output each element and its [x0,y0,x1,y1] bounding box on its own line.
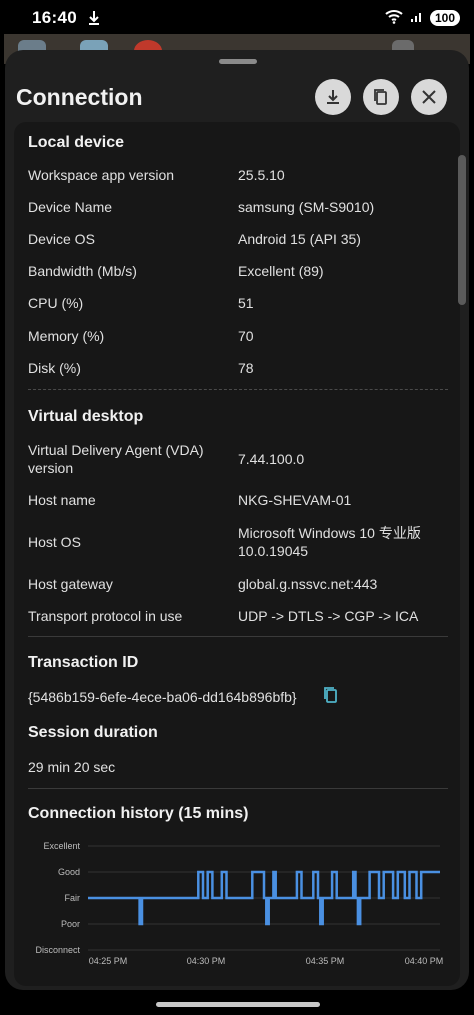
row-value: 25.5.10 [238,167,285,183]
close-icon [422,90,436,104]
status-bar: 16:40 100 [0,0,474,36]
download-icon [327,90,339,104]
copy-icon [374,89,387,105]
row-label: Disk (%) [28,360,81,376]
chart-y-tick-label: Good [58,867,80,877]
copy-transaction-id-icon[interactable] [320,684,342,706]
download-status-icon [87,10,101,26]
local-device-title: Local device [28,134,125,151]
close-button[interactable] [411,79,447,115]
row-value: Android 15 (API 35) [238,231,361,247]
wifi-icon [384,8,404,29]
session-duration-value: 29 min 20 sec [28,759,116,775]
row-label: Bandwidth (Mb/s) [28,263,137,279]
row-value: 7.44.100.0 [238,451,305,467]
row-label: Host gateway [28,576,113,592]
chart-y-tick-label: Excellent [43,841,80,851]
row-value: 70 [238,328,254,344]
chart-x-tick-label: 04:30 PM [187,956,226,964]
transaction-id-value: {5486b159-6efe-4ece-ba06-dd164b896bfb} [28,689,297,705]
divider [28,389,448,390]
scrollbar-thumb[interactable] [458,155,466,305]
download-button[interactable] [315,79,351,115]
divider [28,788,448,789]
row-value: NKG-SHEVAM-01 [238,492,352,508]
status-time: 16:40 [32,8,77,27]
signal-icon [410,9,424,28]
row-value: Excellent (89) [238,263,324,279]
row-label: Virtual Delivery Agent (VDA) version [28,442,204,476]
chart-x-tick-label: 04:35 PM [306,956,345,964]
row-value: Microsoft Windows 10 专业版 10.0.19045 [238,525,421,559]
status-right: 100 [384,8,460,29]
chart-y-tick-label: Disconnect [35,945,80,955]
row-label: Memory (%) [28,328,105,344]
row-label: Device Name [28,199,113,215]
battery-badge: 100 [429,10,460,26]
row-value: global.g.nssvc.net:443 [238,576,378,592]
copy-button[interactable] [363,79,399,115]
divider [28,636,448,637]
connection-history-title: Connection history (15 mins) [28,805,249,822]
row-value: 78 [238,360,254,376]
gesture-nav-bar[interactable] [156,1002,320,1007]
chart-x-tick-label: 04:40 PM [405,956,444,964]
sheet-title: Connection [16,84,143,110]
row-label: Host name [28,492,96,508]
chart-x-tick-label: 04:25 PM [89,956,128,964]
row-value: samsung (SM-S9010) [238,199,375,215]
row-label: Device OS [28,231,95,247]
row-label: CPU (%) [28,295,84,311]
transaction-id-title: Transaction ID [28,654,139,671]
row-value: 51 [238,295,254,311]
connection-sheet: Connection Local device Workspace app ve… [5,50,469,990]
row-label: Host OS [28,534,81,550]
row-label: Workspace app version [28,167,175,183]
session-duration-title: Session duration [28,724,158,741]
row-value: UDP -> DTLS -> CGP -> ICA [238,608,419,624]
chart-y-tick-label: Fair [65,893,81,903]
connection-history-chart: Excellent Good Fair Poor Disconnect 04:25 PM 0… [35,841,444,964]
row-label: Transport protocol in use [28,608,183,624]
drag-handle[interactable] [219,59,257,64]
virtual-desktop-title: Virtual desktop [28,408,144,425]
chart-y-tick-label: Poor [61,919,80,929]
